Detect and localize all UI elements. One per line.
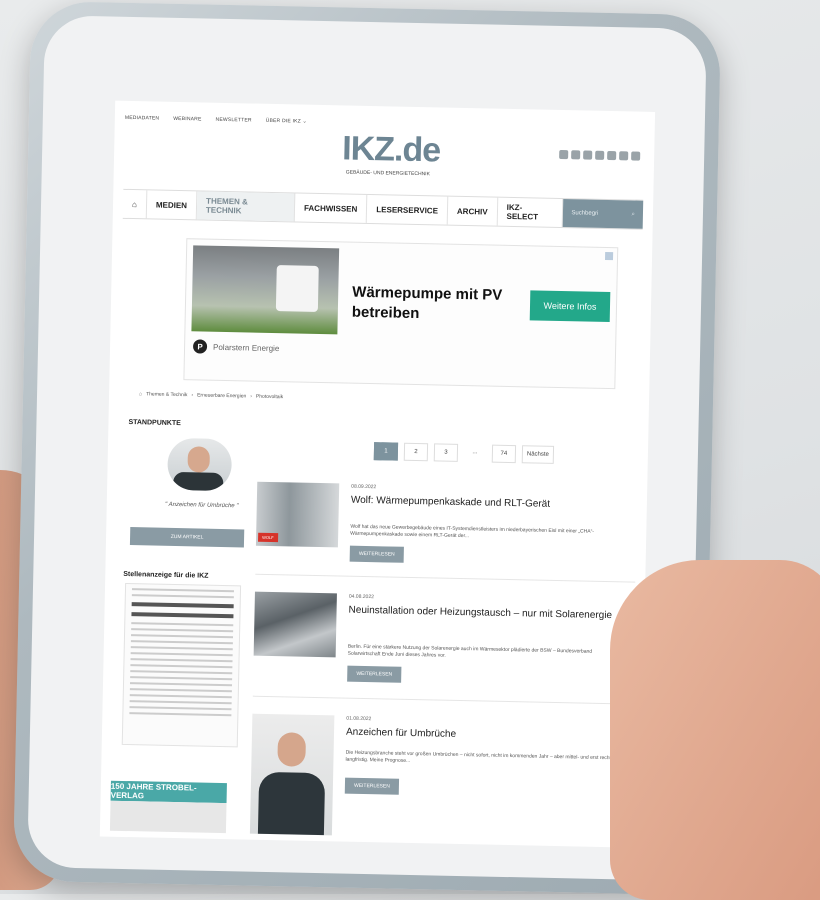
article-thumbnail[interactable] xyxy=(249,713,335,836)
page-1[interactable]: 1 xyxy=(373,442,399,461)
article-item: WOLF 08.09.2022 Wolf: Wärmepumpenkaskade… xyxy=(255,481,637,563)
ad-image xyxy=(191,245,340,335)
nav-fachwissen[interactable]: FACHWISSEN xyxy=(294,193,368,223)
ad-brand: P Polarstern Energie xyxy=(192,339,280,355)
portrait-face xyxy=(277,732,307,767)
topnav-newsletter[interactable]: NEWSLETTER xyxy=(215,117,251,124)
social-icons xyxy=(559,149,641,161)
author-avatar xyxy=(167,437,233,492)
facebook-icon[interactable] xyxy=(583,150,593,160)
nav-ikz-select[interactable]: IKZ-SELECT xyxy=(497,197,564,228)
avatar-face xyxy=(187,446,210,473)
youtube-icon[interactable] xyxy=(607,150,617,161)
article-teaser: Die Heizungsbranche steht vor großen Umb… xyxy=(345,749,612,764)
job-ad-document[interactable] xyxy=(121,582,242,748)
job-ad-title: Stellenanzeige für die IKZ xyxy=(123,570,209,580)
topnav-webinare[interactable]: WEBINARE xyxy=(173,116,201,123)
crumb-themen[interactable]: Themen & Technik xyxy=(146,391,187,398)
ad-brand-name: Polarstern Energie xyxy=(212,342,280,353)
read-more-button[interactable]: WEITERLESEN xyxy=(344,777,400,795)
nav-themen-technik[interactable]: THEMEN & TECHNIK xyxy=(196,191,296,222)
page-3[interactable]: 3 xyxy=(433,443,459,462)
standpunkte-title: STANDPUNKTE xyxy=(128,419,181,428)
nav-leserservice[interactable]: LESERSERVICE xyxy=(367,194,449,225)
home-icon[interactable]: ⌂ xyxy=(139,391,142,397)
rss-icon[interactable] xyxy=(559,149,569,160)
ad-more-info-button[interactable]: Weitere Infos xyxy=(529,290,611,323)
crumb-erneuerbare[interactable]: Erneuerbare Energien xyxy=(197,392,246,399)
article-date: 08.09.2022 xyxy=(351,483,377,491)
anniversary-banner[interactable]: 150 JAHRE STROBEL-VERLAG xyxy=(110,780,227,804)
nav-archiv[interactable]: ARCHIV xyxy=(447,196,498,226)
article-title[interactable]: Neuinstallation oder Heizungstausch – nu… xyxy=(348,604,618,623)
standpunkt-quote: " Anzeichen für Umbrüche " xyxy=(165,501,239,510)
right-hand xyxy=(610,560,820,900)
article-date: 01.08.2022 xyxy=(346,715,372,723)
main-nav: ⌂ MEDIEN THEMEN & TECHNIK FACHWISSEN LES… xyxy=(122,188,644,230)
brand-logo-icon: P xyxy=(192,339,208,354)
article-badge: WOLF xyxy=(258,532,278,543)
article-thumbnail[interactable]: WOLF xyxy=(255,481,340,548)
read-more-button[interactable]: WEITERLESEN xyxy=(347,665,402,683)
to-article-button[interactable]: ZUM ARTIKEL xyxy=(129,527,245,548)
tablet-bezel: MEDIADATEN WEBINARE NEWSLETTER ÜBER DIE … xyxy=(27,15,707,881)
article-item: 01.08.2022 Anzeichen für Umbrüche Die He… xyxy=(249,713,632,836)
xing-icon[interactable] xyxy=(571,150,581,160)
article-date: 04.08.2022 xyxy=(348,593,374,601)
portrait-suit xyxy=(257,771,326,836)
article-item: 04.08.2022 Neuinstallation oder Heizungs… xyxy=(253,591,635,683)
top-nav: MEDIADATEN WEBINARE NEWSLETTER ÜBER DIE … xyxy=(125,115,307,125)
twitter-icon[interactable] xyxy=(595,150,605,160)
article-title[interactable]: Wolf: Wärmepumpenkaskade und RLT-Gerät xyxy=(351,494,621,513)
page-next[interactable]: Nächste xyxy=(521,445,555,464)
page-2[interactable]: 2 xyxy=(403,442,429,462)
avatar-suit xyxy=(173,471,224,492)
search-icon[interactable]: ⌕ xyxy=(632,211,635,218)
divider xyxy=(255,573,636,583)
read-more-button[interactable]: WEITERLESEN xyxy=(349,545,404,563)
advertisement[interactable]: Wärmepumpe mit PV betreiben Weitere Info… xyxy=(183,238,619,390)
site-tagline: GEBÄUDE- UND ENERGIETECHNIK xyxy=(345,169,430,178)
ad-close-icon[interactable] xyxy=(604,251,614,261)
page-74[interactable]: 74 xyxy=(491,444,517,464)
divider xyxy=(252,695,633,705)
topnav-mediadaten[interactable]: MEDIADATEN xyxy=(125,115,160,122)
site-logo[interactable]: IKZ.de xyxy=(342,129,441,170)
search-placeholder: Suchbegri xyxy=(571,210,599,217)
page-ellipsis: ... xyxy=(472,449,478,456)
crumb-photovoltaik: Photovoltaik xyxy=(255,393,284,401)
article-thumbnail[interactable] xyxy=(253,591,337,658)
tablet-screen: MEDIADATEN WEBINARE NEWSLETTER ÜBER DIE … xyxy=(99,100,656,848)
home-icon[interactable]: ⌂ xyxy=(122,189,148,219)
topnav-about[interactable]: ÜBER DIE IKZ ⌄ xyxy=(266,118,307,125)
nav-medien[interactable]: MEDIEN xyxy=(146,190,198,220)
article-teaser: Wolf hat das neue Gewerbegebäude eines I… xyxy=(350,523,594,540)
heat-pump-unit xyxy=(275,265,319,312)
article-title[interactable]: Anzeichen für Umbrüche xyxy=(346,726,616,745)
search-input[interactable]: Suchbegri ⌕ xyxy=(563,199,644,229)
ad-title: Wärmepumpe mit PV betreiben xyxy=(351,283,503,323)
instagram-icon[interactable] xyxy=(631,151,641,161)
article-teaser: Berlin. Für eine stärkere Nutzung der So… xyxy=(347,643,593,659)
breadcrumb: ⌂ Themen & Technik › Erneuerbare Energien… xyxy=(139,391,284,401)
pagination: 1 2 3 ... 74 Nächste xyxy=(373,442,555,464)
linkedin-icon[interactable] xyxy=(619,151,629,161)
anniversary-banner-image xyxy=(109,800,227,834)
